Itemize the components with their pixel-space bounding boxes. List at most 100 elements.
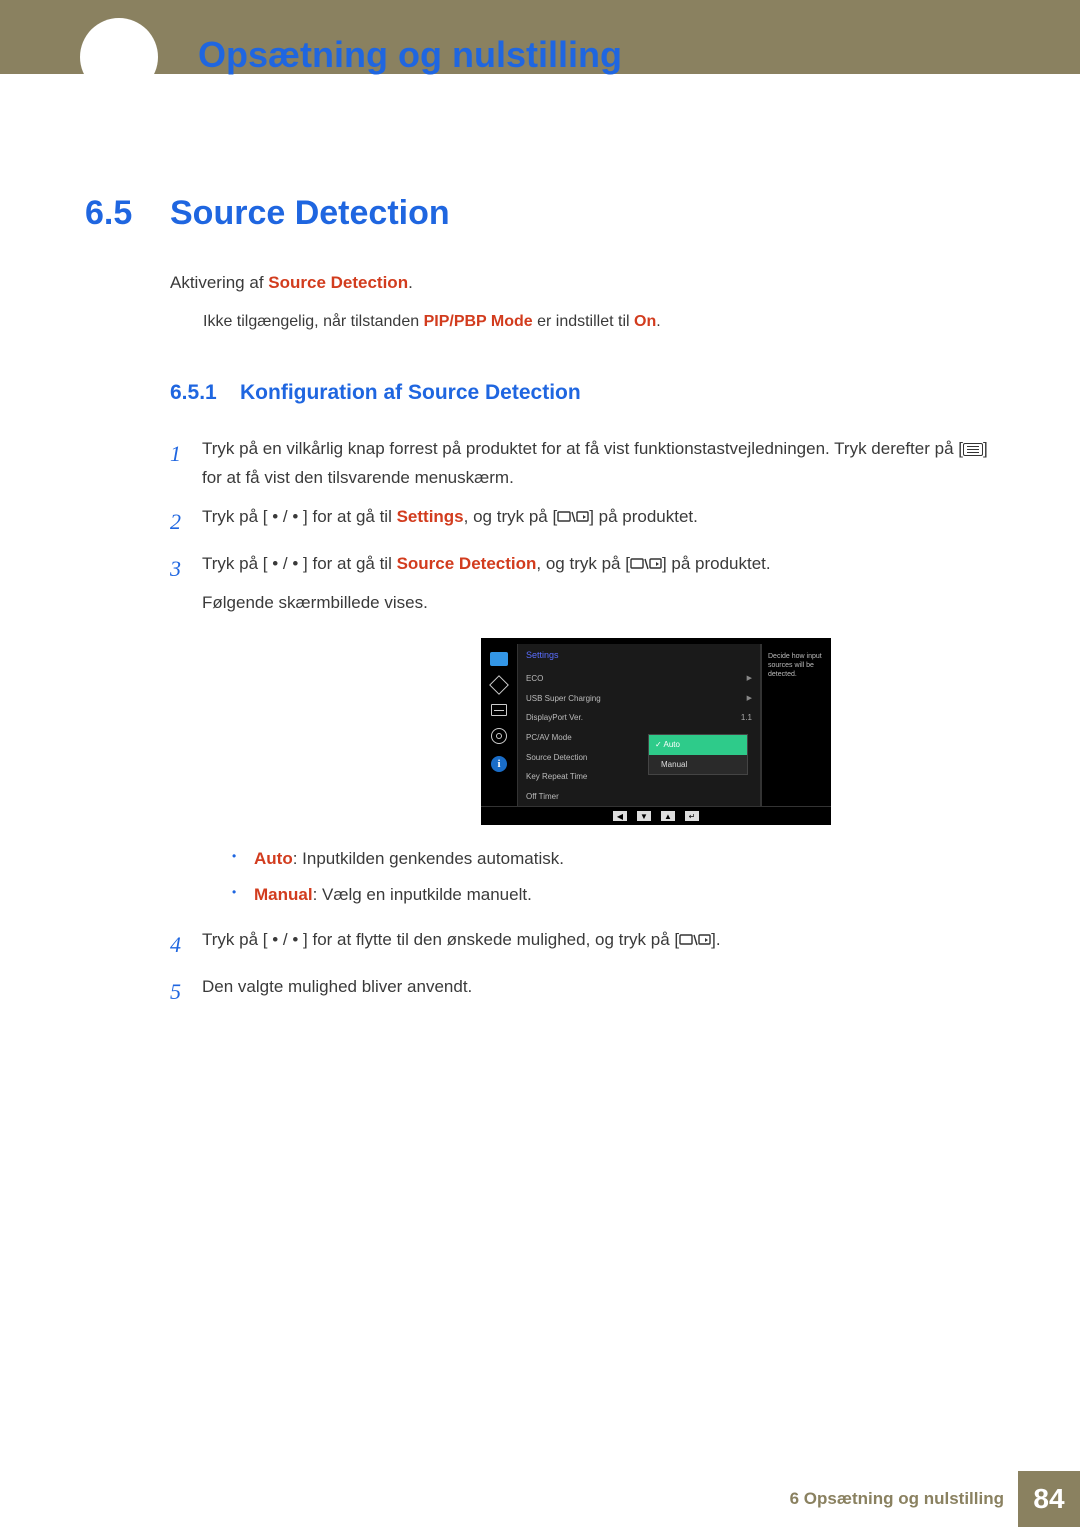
osd-item-label: Key Repeat Time bbox=[526, 770, 587, 784]
note-h2: On bbox=[634, 313, 656, 330]
step-number: 5 bbox=[170, 973, 202, 1010]
nav-enter-icon: ↵ bbox=[685, 811, 699, 821]
osd-item-label: ECO bbox=[526, 672, 543, 686]
source-enter-icon bbox=[557, 505, 589, 534]
note-line: Ikke tilgængelig, når tilstanden PIP/PBP… bbox=[203, 313, 995, 331]
list-icon bbox=[491, 704, 507, 716]
subsection-number: 6.5.1 bbox=[170, 381, 240, 405]
note-h1: PIP/PBP Mode bbox=[424, 313, 533, 330]
osd-item-label: USB Super Charging bbox=[526, 692, 601, 706]
step-number: 4 bbox=[170, 926, 202, 963]
gear-icon bbox=[491, 728, 507, 744]
step-text: Tryk på [ bbox=[202, 554, 268, 573]
step-text: Følgende skærmbillede vises. bbox=[202, 589, 995, 618]
osd-screenshot: i Settings ECO▶ USB Super Charging ▶ Disp… bbox=[317, 638, 995, 825]
bullet-text: : Inputkilden genkendes automatisk. bbox=[293, 849, 564, 868]
step-body: Tryk på [ • / • ] for at flytte til den … bbox=[202, 926, 995, 963]
step-text: , og tryk på [ bbox=[464, 507, 558, 526]
step-text: , og tryk på [ bbox=[536, 554, 630, 573]
step-number: 2 bbox=[170, 503, 202, 540]
intro-highlight: Source Detection bbox=[268, 273, 408, 292]
step-text: Tryk på en vilkårlig knap forrest på pro… bbox=[202, 439, 963, 458]
picture-icon bbox=[489, 675, 509, 695]
nav-down-icon: ▼ bbox=[637, 811, 651, 821]
osd-main-panel: Settings ECO▶ USB Super Charging ▶ Displa… bbox=[517, 644, 761, 806]
note-prefix: Ikke tilgængelig, når tilstanden bbox=[203, 313, 424, 330]
step-body: Tryk på [ • / • ] for at gå til Settings… bbox=[202, 503, 995, 540]
chapter-number-circle bbox=[80, 18, 158, 96]
step-highlight: Source Detection bbox=[397, 554, 537, 573]
chevron-right-icon: ▶ bbox=[747, 693, 752, 705]
osd-help-panel: Decide how input sources will be detecte… bbox=[761, 644, 831, 806]
step-dots: • / • bbox=[268, 930, 304, 949]
step-text: ] for at gå til bbox=[303, 507, 397, 526]
step-text: ]. bbox=[711, 930, 720, 949]
step-body: Den valgte mulighed bliver anvendt. bbox=[202, 973, 995, 1010]
osd-panel: i Settings ECO▶ USB Super Charging ▶ Disp… bbox=[481, 638, 831, 825]
section-number: 6.5 bbox=[85, 194, 170, 233]
step-text: Tryk på [ bbox=[202, 930, 268, 949]
intro-line: Aktivering af Source Detection. bbox=[170, 273, 995, 293]
step-text: ] for at gå til bbox=[303, 554, 397, 573]
osd-item-label: Source Detection bbox=[526, 751, 587, 765]
osd-item-label: Off Timer bbox=[526, 790, 559, 804]
osd-item-label: DisplayPort Ver. bbox=[526, 711, 583, 725]
osd-item-off: Off Timer bbox=[518, 787, 760, 807]
monitor-icon bbox=[490, 652, 508, 666]
footer-chapter-label: 6 Opsætning og nulstilling bbox=[790, 1489, 1004, 1509]
nav-left-icon: ◀ bbox=[613, 811, 627, 821]
nav-up-icon: ▲ bbox=[661, 811, 675, 821]
step-dots: • / • bbox=[268, 554, 304, 573]
step-text: ] på produktet. bbox=[589, 507, 698, 526]
osd-icon-column: i bbox=[481, 644, 517, 806]
step-number: 1 bbox=[170, 435, 202, 493]
section-title: Source Detection bbox=[170, 194, 450, 233]
intro-suffix: . bbox=[408, 273, 413, 292]
subsection-heading: 6.5.1 Konfiguration af Source Detection bbox=[170, 381, 995, 405]
osd-title: Settings bbox=[518, 644, 760, 669]
step-text: ] for at flytte til den ønskede mulighed… bbox=[303, 930, 679, 949]
steps-list: 1 Tryk på en vilkårlig knap forrest på p… bbox=[170, 435, 995, 1011]
step-text: Tryk på [ bbox=[202, 507, 268, 526]
step-5: 5 Den valgte mulighed bliver anvendt. bbox=[170, 973, 995, 1010]
source-enter-icon bbox=[630, 552, 662, 581]
osd-popup: Auto Manual bbox=[648, 734, 748, 775]
info-icon: i bbox=[491, 756, 507, 772]
osd-body: i Settings ECO▶ USB Super Charging ▶ Disp… bbox=[481, 644, 831, 806]
step-dots: • / • bbox=[268, 507, 304, 526]
page-content: 6.5 Source Detection Aktivering af Sourc… bbox=[0, 74, 1080, 1011]
step-body: Tryk på [ • / • ] for at gå til Source D… bbox=[202, 550, 995, 916]
osd-popup-item: Manual bbox=[649, 755, 747, 775]
menu-icon bbox=[963, 443, 983, 456]
step-2: 2 Tryk på [ • / • ] for at gå til Settin… bbox=[170, 503, 995, 540]
osd-item-usb: USB Super Charging ▶ bbox=[518, 689, 760, 709]
bullet-text: : Vælg en inputkilde manuelt. bbox=[313, 885, 532, 904]
osd-item-label: PC/AV Mode bbox=[526, 731, 572, 745]
bullet-auto: Auto: Inputkilden genkendes automatisk. bbox=[232, 845, 995, 872]
bullet-highlight: Manual bbox=[254, 885, 313, 904]
step-4: 4 Tryk på [ • / • ] for at flytte til de… bbox=[170, 926, 995, 963]
osd-popup-selected: Auto bbox=[649, 735, 747, 755]
footer: 6 Opsætning og nulstilling 84 bbox=[0, 1471, 1080, 1527]
bullet-highlight: Auto bbox=[254, 849, 293, 868]
page-number: 84 bbox=[1018, 1471, 1080, 1527]
section-heading: 6.5 Source Detection bbox=[85, 194, 995, 233]
note-mid: er indstillet til bbox=[533, 313, 634, 330]
step-highlight: Settings bbox=[397, 507, 464, 526]
bullet-list: Auto: Inputkilden genkendes automatisk. … bbox=[232, 845, 995, 907]
intro-prefix: Aktivering af bbox=[170, 273, 268, 292]
step-number: 3 bbox=[170, 550, 202, 916]
subsection-title: Konfiguration af Source Detection bbox=[240, 381, 581, 405]
osd-item-value: 1.1 bbox=[741, 711, 752, 725]
step-1: 1 Tryk på en vilkårlig knap forrest på p… bbox=[170, 435, 995, 493]
step-body: Tryk på en vilkårlig knap forrest på pro… bbox=[202, 435, 995, 493]
chapter-title: Opsætning og nulstilling bbox=[198, 34, 622, 76]
step-text: ] på produktet. bbox=[662, 554, 771, 573]
note-suffix: . bbox=[656, 313, 660, 330]
source-enter-icon bbox=[679, 928, 711, 957]
step-3: 3 Tryk på [ • / • ] for at gå til Source… bbox=[170, 550, 995, 916]
osd-item-dp: DisplayPort Ver. 1.1 bbox=[518, 708, 760, 728]
osd-item-eco: ECO▶ bbox=[518, 669, 760, 689]
osd-nav-row: ◀ ▼ ▲ ↵ bbox=[481, 806, 831, 823]
bullet-manual: Manual: Vælg en inputkilde manuelt. bbox=[232, 881, 995, 908]
